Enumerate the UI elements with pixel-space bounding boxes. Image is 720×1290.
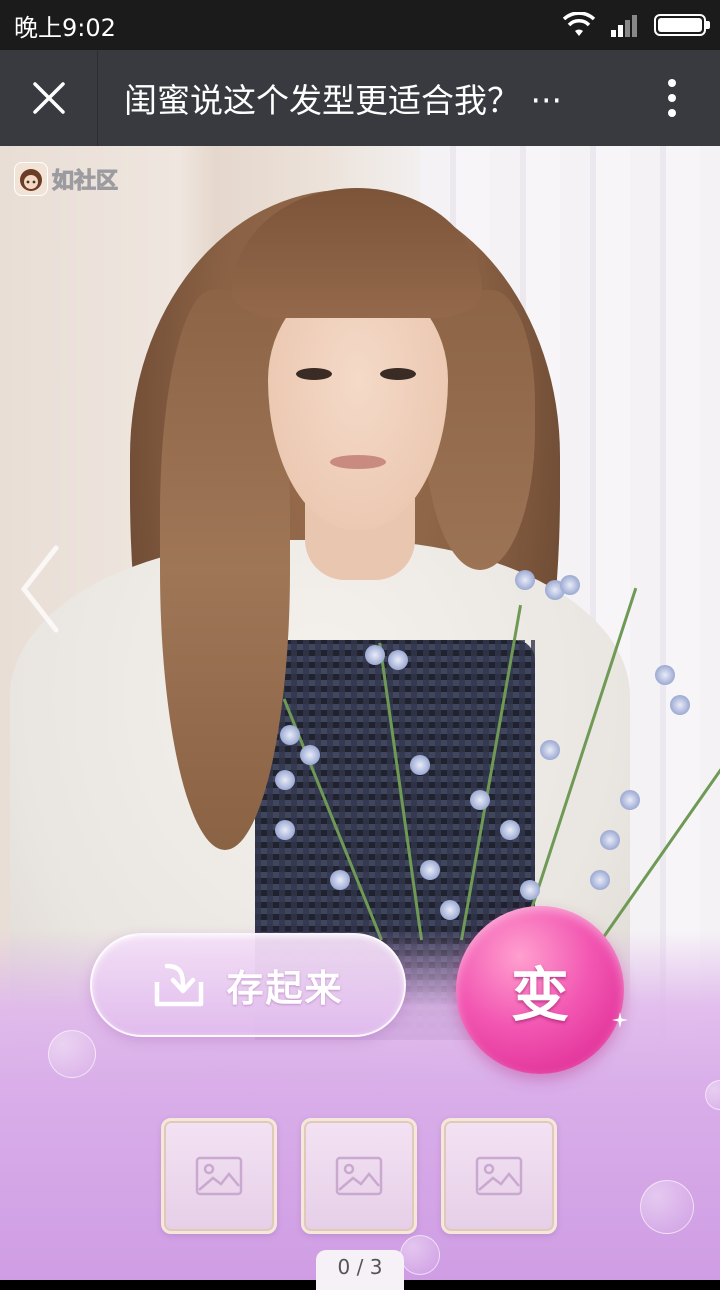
thumbnail-slot-1[interactable] <box>161 1118 277 1234</box>
thumbnail-slot-3[interactable] <box>441 1118 557 1234</box>
more-vertical-icon <box>668 79 676 117</box>
more-button[interactable] <box>624 50 720 146</box>
image-placeholder-icon <box>335 1156 383 1196</box>
status-bar: 晚上9:02 <box>0 0 720 50</box>
previous-button[interactable] <box>18 544 62 638</box>
close-button[interactable] <box>0 50 98 146</box>
close-icon <box>32 82 65 114</box>
save-button[interactable]: 存起来 <box>90 933 406 1037</box>
community-logo: 如社区 <box>14 162 119 196</box>
page-indicator: 0 / 3 <box>316 1250 404 1290</box>
battery-icon <box>654 14 710 36</box>
logo-text: 如社区 <box>51 169 119 195</box>
wifi-icon <box>562 12 596 36</box>
chevron-left-icon <box>20 545 59 633</box>
logo-avatar-icon <box>14 162 48 196</box>
save-label: 存起来 <box>226 967 344 1010</box>
change-label: 变 <box>510 961 569 1029</box>
image-placeholder-icon <box>195 1156 243 1196</box>
download-icon <box>154 963 203 1007</box>
title-ellipsis: ··· <box>530 81 562 120</box>
change-button[interactable]: 变 <box>456 906 624 1074</box>
status-time: 晚上9:02 <box>14 13 116 42</box>
nav-bar: 闺蜜说这个发型更适合我？ ··· <box>0 50 720 146</box>
sparkle-icon <box>612 1012 628 1028</box>
signal-icon <box>611 15 637 37</box>
status-icons <box>562 12 710 38</box>
page-title: 闺蜜说这个发型更适合我？ ··· <box>98 74 624 122</box>
thumbnail-slot-2[interactable] <box>301 1118 417 1234</box>
page-title-text: 闺蜜说这个发型更适合我？ <box>124 81 520 120</box>
image-placeholder-icon <box>475 1156 523 1196</box>
